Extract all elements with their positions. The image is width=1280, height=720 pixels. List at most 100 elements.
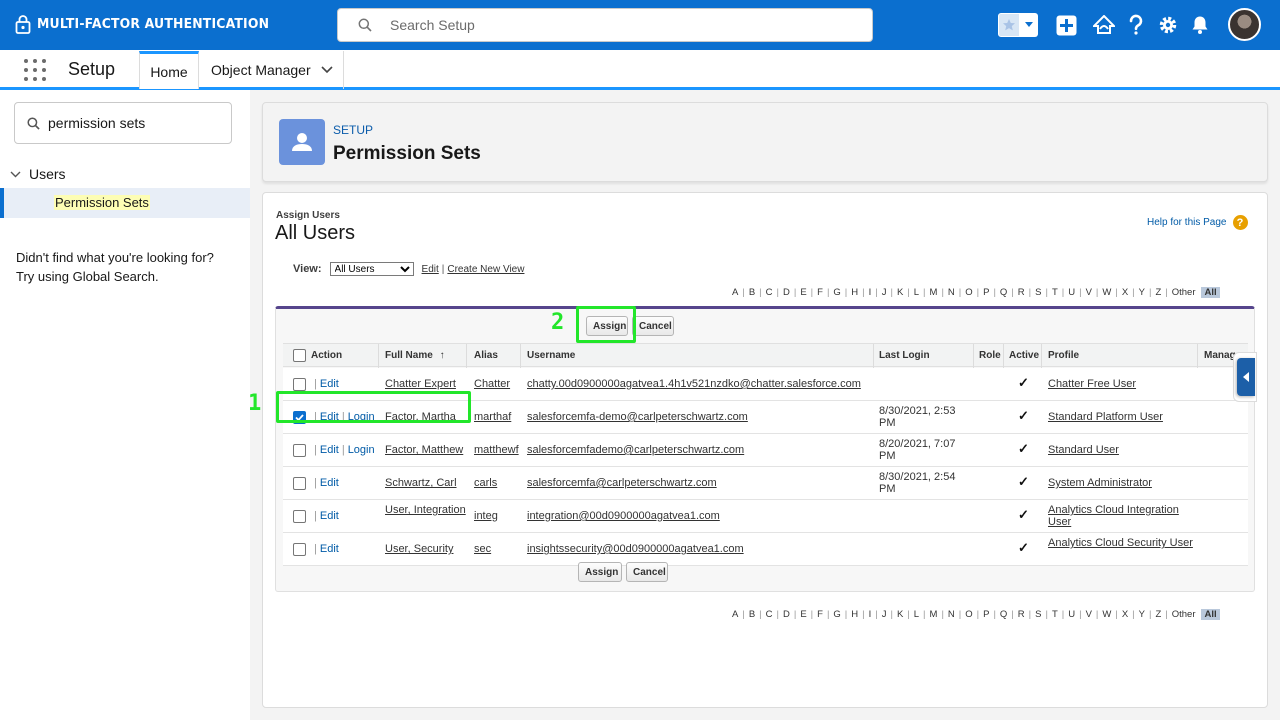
edit-link[interactable]: Edit [320,444,339,456]
alphabet-letter[interactable]: E [800,609,806,620]
col-role[interactable]: Role [979,350,1001,361]
alphabet-letter[interactable]: B [749,609,755,620]
create-view-link[interactable]: Create New View [447,264,524,275]
alphabet-letter[interactable]: I [869,609,872,620]
alphabet-letter[interactable]: All [1201,287,1220,298]
table-row[interactable]: | Edit User, Integration integ integration@0… [283,500,1248,533]
row-checkbox[interactable] [293,444,306,457]
alphabet-letter[interactable]: R [1018,609,1025,620]
alphabet-letter[interactable]: V [1086,287,1092,298]
alias-link[interactable]: integ [474,510,498,522]
alphabet-letter[interactable]: All [1201,609,1220,620]
alphabet-letter[interactable]: P [983,287,989,298]
row-checkbox[interactable] [293,510,306,523]
user-avatar[interactable] [1228,8,1261,41]
alphabet-letter[interactable]: G [833,287,840,298]
profile-link[interactable]: Analytics Cloud Security User [1048,537,1193,549]
tab-home[interactable]: Home [139,51,199,89]
table-row[interactable]: | Edit User, Security sec insightssecurity@0… [283,533,1248,566]
alias-link[interactable]: Chatter [474,378,510,390]
alias-link[interactable]: marthaf [474,411,511,423]
profile-link[interactable]: System Administrator [1048,477,1152,489]
edit-link[interactable]: Edit [320,477,339,489]
star-icon[interactable] [998,13,1020,37]
global-search[interactable] [337,8,873,42]
alphabet-letter[interactable]: D [783,287,790,298]
question-icon[interactable]: ? [1232,215,1248,230]
col-alias[interactable]: Alias [474,350,498,361]
alphabet-letter[interactable]: Y [1139,287,1145,298]
user-name-link[interactable]: User, Security [385,543,453,555]
gear-icon[interactable] [1157,14,1179,36]
alphabet-letter[interactable]: O [965,609,972,620]
alphabet-letter[interactable]: S [1035,287,1041,298]
alphabet-letter[interactable]: C [766,609,773,620]
cancel-button-top[interactable]: Cancel [632,316,674,336]
alphabet-letter[interactable]: H [851,609,858,620]
col-username[interactable]: Username [527,350,575,361]
alphabet-letter[interactable]: Other [1172,287,1196,298]
alphabet-letter[interactable]: F [817,609,823,620]
col-last-login[interactable]: Last Login [879,350,930,361]
assign-button-bottom[interactable]: Assign [578,562,622,582]
help-icon[interactable] [1125,14,1147,36]
tree-item-permission-sets[interactable]: Permission Sets [0,188,250,218]
collapse-drawer-icon[interactable] [1237,358,1255,396]
quick-find[interactable] [14,102,232,144]
row-checkbox[interactable] [293,378,306,391]
help-link-text[interactable]: Help for this Page [1147,217,1227,228]
alphabet-letter[interactable]: O [965,287,972,298]
user-name-link[interactable]: Chatter Expert [385,378,456,390]
alphabet-letter[interactable]: J [882,609,887,620]
alphabet-letter[interactable]: Y [1139,609,1145,620]
alphabet-letter[interactable]: F [817,287,823,298]
alphabet-letter[interactable]: X [1122,609,1128,620]
login-link[interactable]: Login [348,444,375,456]
table-row[interactable]: | Edit | Login Factor, Matthew matthewf salesf… [283,434,1248,467]
alphabet-letter[interactable]: M [930,287,938,298]
favorites-control[interactable] [998,13,1040,37]
alphabet-letter[interactable]: Z [1155,609,1161,620]
select-all-checkbox[interactable] [293,349,306,362]
alphabet-letter[interactable]: L [914,609,919,620]
alphabet-letter[interactable]: I [869,287,872,298]
profile-link[interactable]: Standard Platform User [1048,411,1163,423]
chevron-down-icon[interactable] [321,66,333,74]
alphabet-letter[interactable]: H [851,287,858,298]
global-search-input[interactable] [390,17,810,33]
brand[interactable]: MULTI-FACTOR AUTHENTICATION [15,14,289,34]
user-name-link[interactable]: User, Integration [385,504,466,516]
alphabet-letter[interactable]: K [897,287,903,298]
alphabet-letter[interactable]: U [1068,287,1075,298]
username-link[interactable]: salesforcemfademo@carlpeterschwartz.com [527,444,744,456]
alphabet-letter[interactable]: A [732,287,738,298]
user-name-link[interactable]: Factor, Matthew [385,444,463,456]
profile-link[interactable]: Standard User [1048,444,1119,456]
alias-link[interactable]: matthewf [474,444,519,456]
alphabet-letter[interactable]: P [983,609,989,620]
alphabet-letter[interactable]: U [1068,609,1075,620]
alphabet-letter[interactable]: W [1102,609,1111,620]
quick-find-input[interactable] [48,115,218,131]
alphabet-letter[interactable]: K [897,609,903,620]
edit-link[interactable]: Edit [320,543,339,555]
app-launcher-icon[interactable] [24,59,46,81]
alphabet-letter[interactable]: Q [1000,287,1007,298]
username-link[interactable]: salesforcemfa-demo@carlpeterschwartz.com [527,411,748,423]
alphabet-letter[interactable]: T [1052,287,1058,298]
alphabet-letter[interactable]: M [930,609,938,620]
edit-view-link[interactable]: Edit [422,264,439,275]
global-actions-icon[interactable] [1055,14,1077,36]
col-active[interactable]: Active [1009,350,1039,361]
col-full-name[interactable]: Full Name ↑ [385,350,445,361]
alphabet-letter[interactable]: J [882,287,887,298]
edit-link[interactable]: Edit [320,378,339,390]
profile-link[interactable]: Analytics Cloud Integration User [1048,504,1179,528]
alphabet-letter[interactable]: N [948,287,955,298]
breadcrumb[interactable]: SETUP [333,123,373,137]
tree-group-users[interactable]: Users [10,166,66,182]
username-link[interactable]: integration@00d0900000agatvea1.com [527,510,720,522]
username-link[interactable]: insightssecurity@00d0900000agatvea1.com [527,543,744,555]
alphabet-letter[interactable]: N [948,609,955,620]
alias-link[interactable]: carls [474,477,497,489]
